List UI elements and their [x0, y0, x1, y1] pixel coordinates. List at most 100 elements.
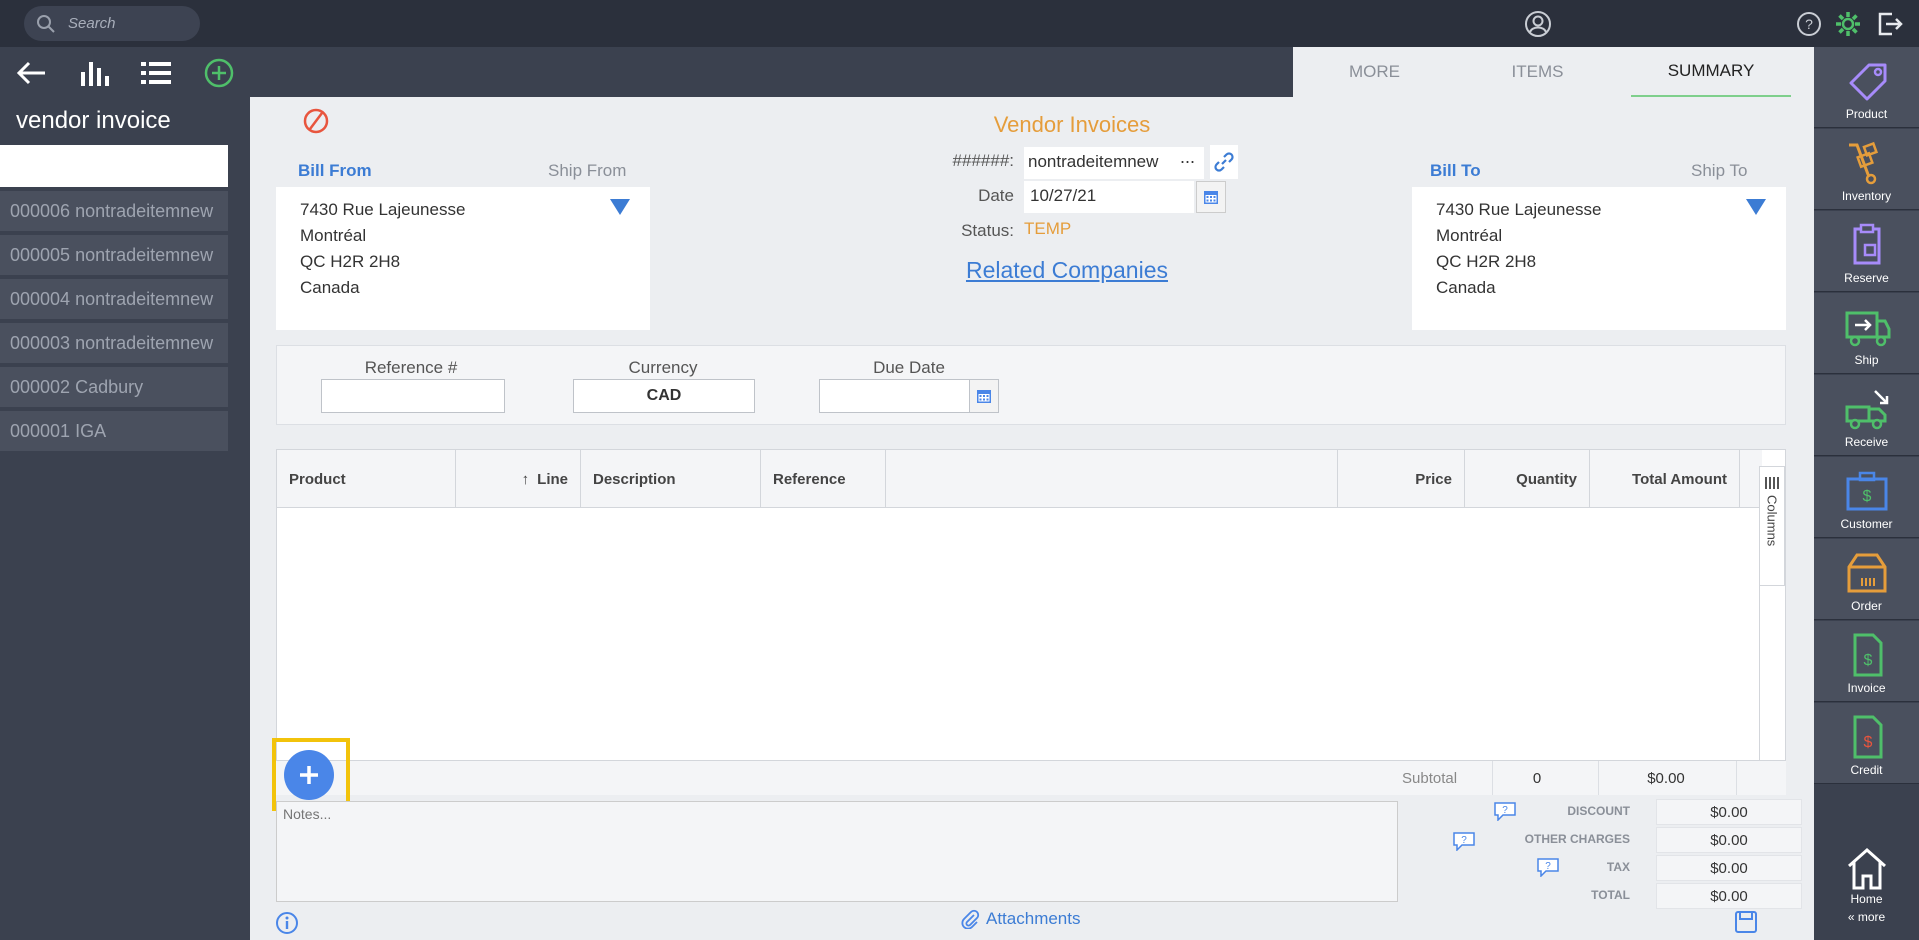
column-header-description[interactable]: Description	[581, 450, 761, 508]
plus-circle-icon	[204, 58, 233, 88]
truck-receive-icon	[1845, 390, 1888, 430]
nav-reserve[interactable]: Reserve	[1814, 211, 1919, 292]
nav-invoice[interactable]: $ Invoice	[1814, 621, 1919, 702]
sort-asc-icon: ↑	[521, 470, 530, 488]
address-line: Canada	[1436, 278, 1496, 297]
notes-textarea[interactable]	[276, 801, 1398, 902]
nav-customer[interactable]: $ Customer	[1814, 457, 1919, 538]
list-item[interactable]: 000001 IGA	[0, 411, 228, 451]
nav-label: Customer	[1840, 517, 1893, 531]
list-icon	[141, 62, 172, 84]
add-record-button[interactable]	[188, 58, 251, 88]
search-box[interactable]	[24, 6, 200, 41]
bill-to-label[interactable]: Bill To	[1430, 161, 1481, 181]
help-icon[interactable]: ?	[1796, 11, 1822, 37]
dropdown-triangle-icon[interactable]	[610, 199, 630, 215]
bill-from-label[interactable]: Bill From	[298, 161, 372, 181]
total-row: TOTAL $0.00	[1430, 883, 1802, 909]
invoice-number-label: ######:	[952, 151, 1014, 170]
list-item[interactable]: 000002 Cadbury	[0, 367, 228, 407]
bill-to-address[interactable]: 7430 Rue Lajeunesse Montréal QC H2R 2H8 …	[1412, 187, 1786, 330]
hand-truck-icon	[1848, 141, 1878, 185]
nav-receive[interactable]: Receive	[1814, 375, 1919, 456]
user-account-icon[interactable]	[1524, 10, 1552, 38]
comment-help-icon[interactable]: ?	[1452, 831, 1476, 851]
info-icon[interactable]	[275, 911, 299, 935]
gear-icon[interactable]	[1834, 10, 1862, 38]
ship-to-label[interactable]: Ship To	[1691, 161, 1747, 181]
chart-view-button[interactable]	[63, 58, 126, 88]
discount-value[interactable]: $0.00	[1656, 799, 1802, 825]
home-icon	[1847, 847, 1886, 890]
tax-label: TAX	[1606, 860, 1630, 874]
subtotal-row: Subtotal 0 $0.00	[276, 761, 1786, 795]
list-item[interactable]: 000006 nontradeitemnew	[0, 191, 228, 231]
other-charges-row: ? OTHER CHARGES $0.00	[1430, 827, 1802, 853]
record-list: 000006 nontradeitemnew 000005 nontradeit…	[0, 191, 250, 451]
date-picker-button[interactable]	[1196, 181, 1226, 213]
nav-home[interactable]: Home « more	[1814, 840, 1919, 940]
add-line-button[interactable]	[284, 750, 334, 800]
total-label: TOTAL	[1591, 888, 1630, 902]
search-input[interactable]	[68, 15, 188, 32]
bill-from-address[interactable]: 7430 Rue Lajeunesse Montréal QC H2R 2H8 …	[276, 187, 650, 330]
back-button[interactable]	[0, 60, 63, 86]
dropdown-triangle-icon[interactable]	[1746, 199, 1766, 215]
column-header-product[interactable]: Product	[277, 450, 456, 508]
nav-credit[interactable]: $ Credit	[1814, 703, 1919, 784]
related-companies-link[interactable]: Related Companies	[932, 257, 1202, 284]
comment-help-icon[interactable]: ?	[1493, 801, 1517, 821]
tab-more[interactable]: MORE	[1293, 47, 1456, 97]
nav-product[interactable]: Product	[1814, 47, 1919, 128]
list-item[interactable]: 000003 nontradeitemnew	[0, 323, 228, 363]
address-line: 7430 Rue Lajeunesse	[1436, 200, 1602, 219]
paperclip-icon	[961, 909, 980, 929]
invoice-form: MORE ITEMS SUMMARY Vendor Invoices Bill …	[250, 47, 1814, 940]
tab-summary[interactable]: SUMMARY	[1631, 47, 1791, 97]
total-value: $0.00	[1656, 883, 1802, 909]
other-charges-value[interactable]: $0.00	[1656, 827, 1802, 853]
date-field[interactable]: 10/27/21	[1024, 181, 1194, 213]
nav-label: Product	[1845, 107, 1888, 121]
ship-from-label[interactable]: Ship From	[548, 161, 626, 181]
comment-help-icon[interactable]: ?	[1536, 857, 1560, 877]
list-item[interactable]: 000004 nontradeitemnew	[0, 279, 228, 319]
invoice-number-field[interactable]: nontradeitemnew	[1024, 147, 1204, 179]
link-icon	[1214, 152, 1234, 172]
column-header-label: Price	[1415, 470, 1452, 488]
nav-order[interactable]: Order	[1814, 539, 1919, 620]
nav-inventory[interactable]: Inventory	[1814, 129, 1919, 210]
column-header-reference[interactable]: Reference	[761, 450, 886, 508]
record-list-panel: vendor invoice 000006 nontradeitemnew 00…	[0, 47, 250, 940]
link-button[interactable]	[1210, 145, 1238, 179]
subtotal-quantity: 0	[1532, 770, 1542, 787]
attachments-link[interactable]: Attachments	[960, 909, 1081, 929]
due-date-input[interactable]	[819, 379, 973, 413]
column-header-quantity[interactable]: Quantity	[1465, 450, 1590, 508]
logout-icon[interactable]	[1876, 10, 1904, 38]
currency-select[interactable]: CAD	[573, 379, 755, 413]
reference-label: Reference #	[364, 358, 458, 377]
list-view-button[interactable]	[125, 60, 188, 86]
column-header-price[interactable]: Price	[1338, 450, 1465, 508]
document-title: Vendor Invoices	[993, 112, 1151, 137]
date-label: Date	[978, 186, 1014, 205]
list-filter-input[interactable]	[0, 145, 228, 187]
tax-value[interactable]: $0.00	[1656, 855, 1802, 881]
columns-toggle-button[interactable]: Columns	[1759, 466, 1785, 586]
save-icon[interactable]	[1734, 910, 1758, 934]
nav-more-link[interactable]: « more	[1848, 910, 1885, 924]
column-header-line[interactable]: ↑ Line	[456, 450, 581, 508]
void-icon[interactable]	[302, 107, 330, 135]
tab-items[interactable]: ITEMS	[1456, 47, 1619, 97]
nav-ship[interactable]: Ship	[1814, 293, 1919, 374]
list-item[interactable]: 000005 nontradeitemnew	[0, 235, 228, 275]
due-date-picker-button[interactable]	[969, 379, 999, 413]
reference-input[interactable]	[321, 379, 505, 413]
list-toolbar	[0, 47, 250, 99]
address-line: QC H2R 2H8	[1436, 252, 1537, 271]
nav-label: Order	[1851, 599, 1882, 613]
column-header-label: Product	[289, 470, 346, 488]
column-header-total[interactable]: Total Amount	[1590, 450, 1740, 508]
invoice-number-more-button[interactable]: ...	[1180, 147, 1195, 168]
